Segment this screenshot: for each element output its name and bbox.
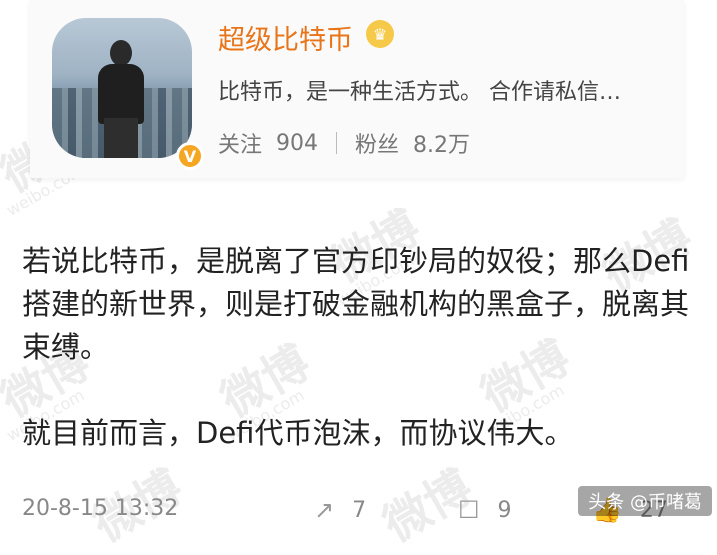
avatar[interactable]: V — [52, 18, 204, 170]
comment-icon: ☐ — [458, 496, 480, 524]
divider — [336, 132, 338, 154]
followers-label[interactable]: 粉丝 — [355, 127, 399, 159]
verified-badge-icon: V — [176, 142, 204, 170]
following-count[interactable]: 904 — [276, 131, 318, 156]
profile-card[interactable]: V 超级比特币 ♛ 比特币，是一种生活方式。 合作请私信… 关注 904 粉丝 … — [30, 0, 684, 178]
post-content: 若说比特币，是脱离了官方印钞局的奴役；那么Defi搭建的新世界，则是打破金融机构… — [22, 240, 702, 455]
source-tag: 头条 @币啫葛 — [578, 486, 712, 516]
comment-button[interactable]: ☐ 9 — [458, 496, 512, 524]
followers-count[interactable]: 8.2万 — [413, 127, 470, 159]
post-paragraph: 就目前而言，Defi代币泡沫，而协议伟大。 — [22, 416, 574, 450]
profile-name[interactable]: 超级比特币 — [218, 18, 353, 57]
post-footer: 20-8-15 13:32 ↗ 7 ☐ 9 👍 27 头条 @币啫葛 — [22, 486, 712, 524]
following-label[interactable]: 关注 — [218, 127, 262, 159]
repost-icon: ↗ — [314, 496, 335, 524]
profile-stats: 关注 904 粉丝 8.2万 — [218, 127, 470, 159]
post-paragraph: 若说比特币，是脱离了官方印钞局的奴役；那么Defi搭建的新世界，则是打破金融机构… — [22, 244, 690, 364]
repost-button[interactable]: ↗ 7 — [314, 496, 366, 524]
timestamp: 20-8-15 13:32 — [22, 496, 179, 521]
comment-count: 9 — [497, 497, 512, 523]
repost-count: 7 — [352, 497, 367, 523]
profile-bio: 比特币，是一种生活方式。 合作请私信… — [218, 80, 621, 105]
crown-icon: ♛ — [366, 20, 394, 48]
